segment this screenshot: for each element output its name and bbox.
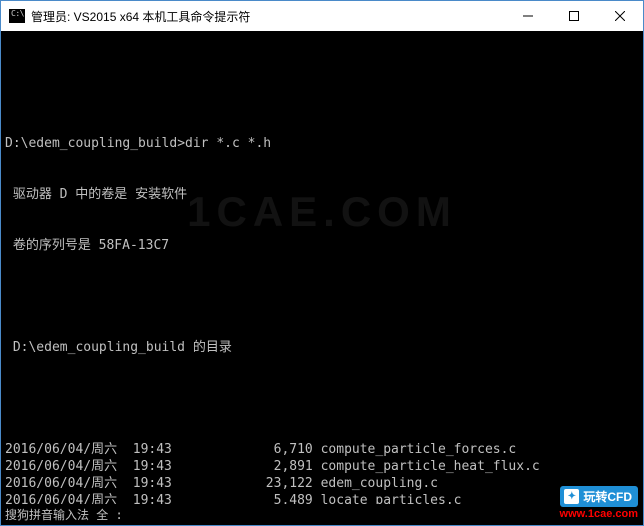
volume-serial-line: 卷的序列号是 58FA-13C7 xyxy=(5,237,639,254)
blank-line xyxy=(5,84,639,101)
file-row: 2016/06/04/周六 19:43 5,489 locate_particl… xyxy=(5,492,639,504)
blank-line xyxy=(5,288,639,305)
listing-c: 2016/06/04/周六 19:43 6,710 compute_partic… xyxy=(5,441,639,504)
file-row: 2016/06/04/周六 19:43 23,122 edem_coupling… xyxy=(5,475,639,492)
window-controls xyxy=(505,1,643,31)
close-button[interactable] xyxy=(597,1,643,31)
file-row: 2016/06/04/周六 19:43 2,891 compute_partic… xyxy=(5,458,639,475)
ime-status-bar: 搜狗拼音输入法 全 : xyxy=(1,504,643,525)
command-line: D:\edem_coupling_build>dir *.c *.h xyxy=(5,135,639,152)
maximize-button[interactable] xyxy=(551,1,597,31)
blank-line xyxy=(5,390,639,407)
terminal-output[interactable]: 1CAE.COM D:\edem_coupling_build>dir *.c … xyxy=(1,31,643,504)
cmd-icon: C:\ xyxy=(9,9,25,23)
minimize-button[interactable] xyxy=(505,1,551,31)
titlebar[interactable]: C:\ 管理员: VS2015 x64 本机工具命令提示符 xyxy=(1,1,643,31)
watermark-text: 1CAE.COM xyxy=(187,203,457,220)
window-title: 管理员: VS2015 x64 本机工具命令提示符 xyxy=(31,8,505,25)
prompt-path: D:\edem_coupling_build xyxy=(5,136,177,151)
volume-label-line: 驱动器 D 中的卷是 安装软件 xyxy=(5,186,639,203)
command-text: dir *.c *.h xyxy=(185,136,271,151)
directory-header-c: D:\edem_coupling_build 的目录 xyxy=(5,339,639,356)
file-row: 2016/06/04/周六 19:43 6,710 compute_partic… xyxy=(5,441,639,458)
ime-text: 搜狗拼音输入法 全 : xyxy=(5,506,123,523)
window: C:\ 管理员: VS2015 x64 本机工具命令提示符 1CAE.COM D… xyxy=(0,0,644,526)
